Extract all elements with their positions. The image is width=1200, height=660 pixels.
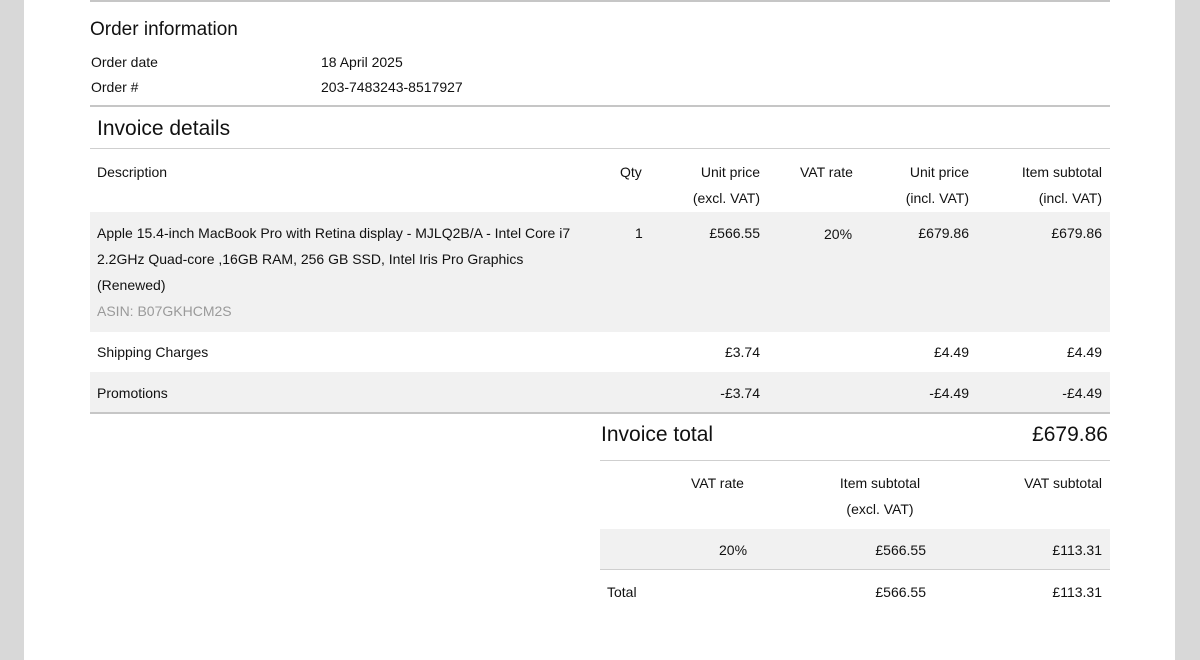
vat-summary-total-label: Total bbox=[607, 584, 637, 600]
invoice-details-title: Invoice details bbox=[97, 117, 231, 140]
promotions-unit-price-excl: -£3.74 bbox=[720, 385, 760, 401]
shipping-label: Shipping Charges bbox=[97, 344, 209, 360]
col-header-unit-price-excl: Unit price (excl. VAT) bbox=[693, 159, 760, 211]
col-header-unit-price-incl-line2: (incl. VAT) bbox=[905, 190, 969, 206]
promotions-unit-price-incl: -£4.49 bbox=[929, 385, 969, 401]
invoice-table-divider bbox=[90, 412, 1110, 414]
invoice-total-divider bbox=[600, 460, 1110, 461]
col-header-unit-price-incl-line1: Unit price bbox=[909, 164, 969, 180]
item-subtotal: £679.86 bbox=[1051, 225, 1102, 241]
item-qty: 1 bbox=[635, 225, 643, 241]
col-header-description: Description bbox=[97, 164, 168, 180]
col-header-unit-price-incl: Unit price (incl. VAT) bbox=[906, 159, 969, 211]
item-description: Apple 15.4-inch MacBook Pro with Retina … bbox=[97, 220, 570, 324]
item-description-line3: (Renewed) bbox=[97, 277, 166, 293]
item-unit-price-excl: £566.55 bbox=[709, 225, 760, 241]
order-date-value: 18 April 2025 bbox=[321, 54, 403, 70]
col-header-unit-price-excl-line1: Unit price bbox=[700, 164, 760, 180]
shipping-subtotal: £4.49 bbox=[1066, 344, 1102, 360]
item-description-line1: Apple 15.4-inch MacBook Pro with Retina … bbox=[97, 225, 571, 241]
invoice-total-value: £679.86 bbox=[1032, 423, 1108, 446]
col-header-item-subtotal: Item subtotal (incl. VAT) bbox=[1022, 159, 1102, 211]
vat-summary-vat-subtotal: £113.31 bbox=[1052, 542, 1102, 558]
item-vat-rate: 20% bbox=[824, 226, 853, 242]
col-header-vat-rate: VAT rate bbox=[800, 164, 853, 180]
shipping-unit-price-incl: £4.49 bbox=[933, 344, 969, 360]
col-header-unit-price-excl-line2: (excl. VAT) bbox=[692, 190, 760, 206]
promotions-subtotal: -£4.49 bbox=[1062, 385, 1102, 401]
col-header-item-subtotal-line1: Item subtotal bbox=[1021, 164, 1102, 180]
vat-summary-header-vat-subtotal: VAT subtotal bbox=[1024, 475, 1102, 491]
order-number-value: 203-7483243-8517927 bbox=[321, 79, 463, 95]
vat-summary-divider bbox=[600, 569, 1110, 570]
item-description-line2: 2.2GHz Quad-core ,16GB RAM, 256 GB SSD, … bbox=[97, 251, 524, 267]
top-divider bbox=[90, 0, 1110, 2]
vat-summary-header-item-subtotal: Item subtotal (excl. VAT) bbox=[820, 470, 940, 522]
vat-summary-rate: 20% bbox=[719, 542, 748, 558]
item-asin: ASIN: B07GKHCM2S bbox=[97, 303, 232, 319]
invoice-title-divider bbox=[90, 148, 1110, 149]
col-header-qty: Qty bbox=[620, 164, 642, 180]
vat-summary-header-item-subtotal-line1: Item subtotal bbox=[839, 475, 921, 491]
order-number-label: Order # bbox=[91, 79, 139, 95]
order-info-title: Order information bbox=[90, 19, 238, 40]
vat-summary-total-vat-subtotal: £113.31 bbox=[1052, 584, 1102, 600]
vat-summary-row-background bbox=[600, 529, 1110, 569]
invoice-total-label: Invoice total bbox=[601, 423, 714, 446]
shipping-unit-price-excl: £3.74 bbox=[724, 344, 760, 360]
vat-summary-header-item-subtotal-line2: (excl. VAT) bbox=[846, 501, 914, 517]
col-header-item-subtotal-line2: (incl. VAT) bbox=[1038, 190, 1102, 206]
vat-summary-item-subtotal: £566.55 bbox=[875, 542, 926, 558]
promotions-label: Promotions bbox=[97, 385, 168, 401]
item-unit-price-incl: £679.86 bbox=[918, 225, 969, 241]
vat-summary-total-item-subtotal: £566.55 bbox=[875, 584, 926, 600]
order-info-divider bbox=[90, 105, 1110, 107]
vat-summary-header-rate: VAT rate bbox=[691, 475, 744, 491]
order-date-label: Order date bbox=[91, 54, 158, 70]
